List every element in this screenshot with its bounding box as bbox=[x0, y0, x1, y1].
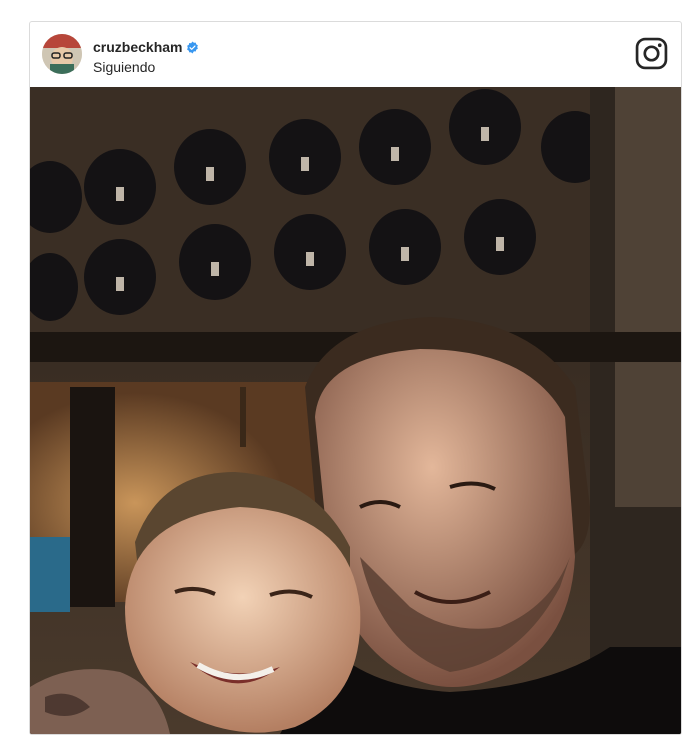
username-row: cruzbeckham bbox=[93, 39, 199, 55]
instagram-logo-icon[interactable] bbox=[635, 37, 668, 70]
verified-badge-icon bbox=[187, 41, 199, 53]
follow-status: Siguiendo bbox=[93, 59, 156, 75]
instagram-embed-card: cruzbeckham Siguiendo bbox=[29, 21, 682, 735]
username-link[interactable]: cruzbeckham bbox=[93, 39, 182, 55]
post-photo[interactable] bbox=[30, 87, 681, 734]
avatar-image bbox=[42, 34, 82, 74]
selfie-photo-illustration bbox=[30, 87, 681, 734]
profile-avatar[interactable] bbox=[42, 34, 82, 74]
post-header: cruzbeckham Siguiendo bbox=[30, 22, 681, 87]
